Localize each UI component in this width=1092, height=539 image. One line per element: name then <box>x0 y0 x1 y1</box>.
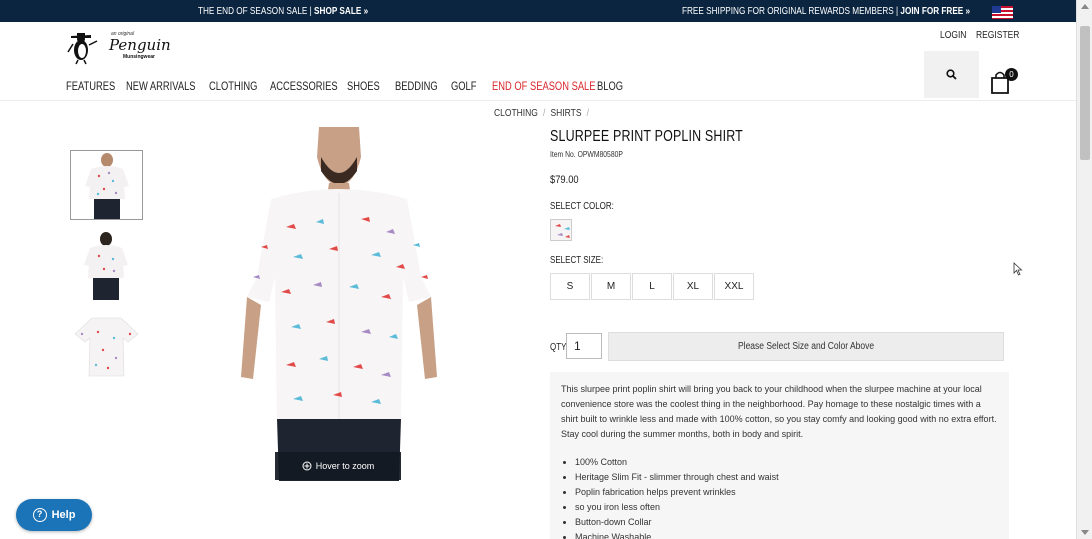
promo-shipping-text: FREE SHIPPING FOR ORIGINAL REWARDS MEMBE… <box>682 6 901 17</box>
thumbnail-model-back-image <box>70 230 143 300</box>
breadcrumb-separator: / <box>586 108 589 119</box>
page-scrollbar[interactable] <box>1076 0 1092 539</box>
product-thumbnail-back[interactable] <box>70 230 143 300</box>
breadcrumb: CLOTHING / SHIRTS / <box>494 108 594 119</box>
nav-item-clothing[interactable]: CLOTHING <box>209 79 257 93</box>
breadcrumb-item-clothing[interactable]: CLOTHING <box>494 108 538 119</box>
scroll-down-arrow-icon[interactable] <box>1081 530 1089 535</box>
nav-item-new-arrivals[interactable]: NEW ARRIVALS <box>126 79 196 93</box>
color-swatch-white-print[interactable] <box>550 219 572 241</box>
product-description: This slurpee print poplin shirt will bri… <box>550 372 1009 539</box>
cart-count-badge: 0 <box>1005 68 1018 81</box>
promo-shipping-message[interactable]: FREE SHIPPING FOR ORIGINAL REWARDS MEMBE… <box>682 6 970 17</box>
select-size-label: SELECT SIZE: <box>550 255 604 266</box>
product-price: $79.00 <box>550 174 579 186</box>
thumbnail-flat-shirt-image <box>70 310 143 380</box>
quantity-input[interactable] <box>566 333 602 359</box>
feature-item: Machine Washable <box>575 530 999 539</box>
help-label: Help <box>51 509 76 521</box>
scroll-up-arrow-icon[interactable] <box>1081 4 1089 9</box>
color-swatch-image <box>551 220 571 240</box>
feature-item: Heritage Slim Fit - slimmer through ches… <box>575 470 999 485</box>
us-flag-icon[interactable] <box>992 6 1013 19</box>
size-option-xxl[interactable]: XXL <box>714 273 754 300</box>
nav-item-shoes[interactable]: SHOES <box>347 79 380 93</box>
promo-sale-text: THE END OF SEASON SALE | <box>198 6 315 17</box>
quantity-label: QTY <box>550 342 567 353</box>
search-button[interactable] <box>924 51 979 98</box>
header-divider <box>0 100 1076 101</box>
product-main-image[interactable] <box>231 127 446 481</box>
size-option-xl[interactable]: XL <box>673 273 713 300</box>
scrollbar-thumb[interactable] <box>1080 26 1090 160</box>
select-color-label: SELECT COLOR: <box>550 201 614 212</box>
nav-item-bedding[interactable]: BEDDING <box>395 79 438 93</box>
nav-item-features[interactable]: FEATURES <box>66 79 115 93</box>
zoom-hint-text: Hover to zoom <box>315 461 375 471</box>
mouse-cursor-icon <box>1013 262 1023 276</box>
product-thumbnail-front[interactable] <box>70 150 143 220</box>
nav-item-blog[interactable]: BLOG <box>597 79 623 93</box>
breadcrumb-item-shirts[interactable]: SHIRTS <box>550 108 581 119</box>
size-option-s[interactable]: S <box>550 273 590 300</box>
description-text: This slurpee print poplin shirt will bri… <box>561 384 997 439</box>
breadcrumb-separator: / <box>543 108 546 119</box>
add-to-bag-label: Please Select Size and Color Above <box>737 341 875 352</box>
nav-item-accessories[interactable]: ACCESSORIES <box>270 79 338 93</box>
nav-item-golf[interactable]: GOLF <box>451 79 476 93</box>
feature-item: 100% Cotton <box>575 455 999 470</box>
penguin-logo-icon <box>67 33 98 65</box>
model-wearing-shirt-image <box>231 127 446 481</box>
feature-list: 100% Cotton Heritage Slim Fit - slimmer … <box>561 455 999 539</box>
feature-item: so you iron less often <box>575 500 999 515</box>
feature-item: Button-down Collar <box>575 515 999 530</box>
size-option-m[interactable]: M <box>591 273 631 300</box>
join-free-link[interactable]: JOIN FOR FREE » <box>900 6 970 17</box>
brand-name: Penguin <box>109 36 171 54</box>
promo-bar: THE END OF SEASON SALE | SHOP SALE » FRE… <box>0 0 1076 22</box>
item-number: Item No. OPWM80580P <box>550 150 623 159</box>
product-thumbnail-flat[interactable] <box>70 310 143 380</box>
zoom-icon <box>302 461 312 471</box>
help-button[interactable]: ? Help <box>16 499 92 531</box>
login-link[interactable]: LOGIN <box>940 30 966 41</box>
nav-item-end-of-season-sale[interactable]: END OF SEASON SALE <box>492 79 596 93</box>
shop-sale-link[interactable]: SHOP SALE » <box>314 6 368 17</box>
brand-logo[interactable]: an original Penguin Munsingwear <box>67 30 179 68</box>
register-link[interactable]: REGISTER <box>976 30 1019 41</box>
search-icon <box>946 69 957 80</box>
add-to-bag-button[interactable]: Please Select Size and Color Above <box>608 332 1004 361</box>
feature-item: Poplin fabrication helps prevent wrinkle… <box>575 485 999 500</box>
promo-sale-message[interactable]: THE END OF SEASON SALE | SHOP SALE » <box>198 6 368 17</box>
hover-to-zoom-hint: Hover to zoom <box>275 452 401 480</box>
brand-sub: Munsingwear <box>123 54 155 60</box>
thumbnail-model-front-image <box>71 151 142 219</box>
product-title: SLURPEE PRINT POPLIN SHIRT <box>550 128 743 145</box>
question-mark-icon: ? <box>32 508 47 522</box>
size-option-l[interactable]: L <box>632 273 672 300</box>
